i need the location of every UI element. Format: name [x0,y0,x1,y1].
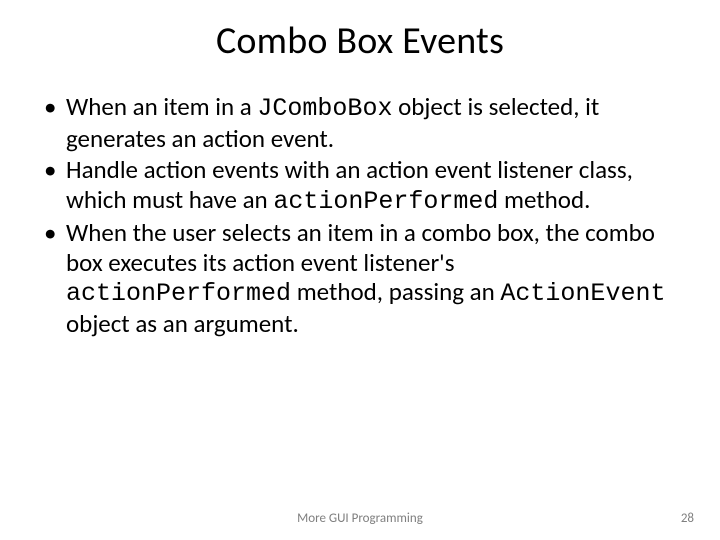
text-run: method. [498,184,590,215]
slide-title: Combo Box Events [40,18,680,64]
code-run: actionPerformed [66,279,291,308]
code-run: ActionEvent [500,279,665,308]
code-run: actionPerformed [273,187,498,216]
code-run: JComboBox [257,94,392,123]
page-number: 28 [681,511,694,526]
bullet-item: When the user selects an item in a combo… [40,218,680,338]
text-run: When an item in a [66,91,257,122]
bullet-list: When an item in a JComboBox object is se… [40,92,680,338]
text-run: object as an argument. [66,308,299,339]
footer-title: More GUI Programming [0,511,720,526]
text-run: When the user selects an item in a combo… [66,217,655,278]
text-run: method, passing an [291,276,500,307]
bullet-item: Handle action events with an action even… [40,155,680,216]
slide: Combo Box Events When an item in a JComb… [0,0,720,540]
slide-body: When an item in a JComboBox object is se… [40,92,680,338]
bullet-item: When an item in a JComboBox object is se… [40,92,680,153]
